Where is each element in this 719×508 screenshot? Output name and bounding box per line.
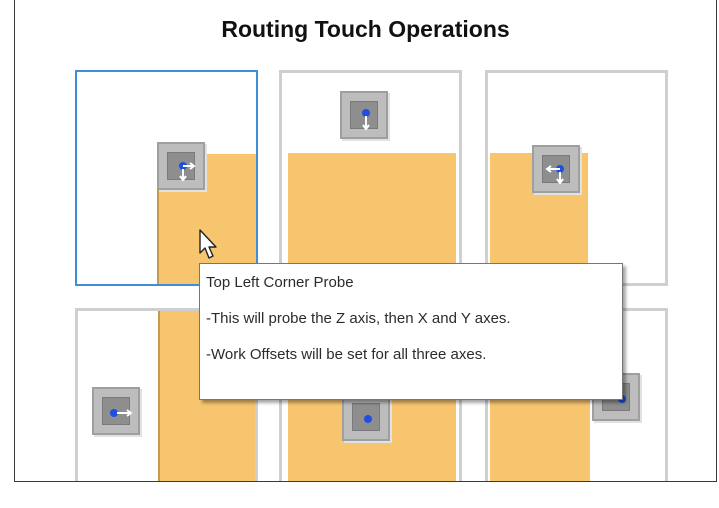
- tooltip-line-1: -This will probe the Z axis, then X and …: [206, 310, 511, 327]
- top-right-corner-probe-icon: [532, 145, 580, 193]
- stock-edge: [158, 311, 160, 481]
- op-top-right-corner[interactable]: [485, 70, 668, 286]
- left-edge-probe-icon: [92, 387, 140, 435]
- center-probe-icon: [342, 393, 390, 441]
- tooltip-line-2: -Work Offsets will be set for all three …: [206, 346, 487, 363]
- op-top-center[interactable]: [279, 70, 462, 286]
- routing-touch-panel: Routing Touch Operations: [14, 0, 717, 482]
- top-left-corner-probe-icon: [157, 142, 205, 190]
- panel-title: Routing Touch Operations: [221, 16, 510, 42]
- top-center-probe-icon: [340, 91, 388, 139]
- operation-tooltip: Top Left Corner Probe -This will probe t…: [199, 263, 623, 400]
- op-top-left-corner[interactable]: [75, 70, 258, 286]
- mouse-cursor-icon: [199, 229, 217, 259]
- tooltip-title: Top Left Corner Probe: [206, 274, 354, 291]
